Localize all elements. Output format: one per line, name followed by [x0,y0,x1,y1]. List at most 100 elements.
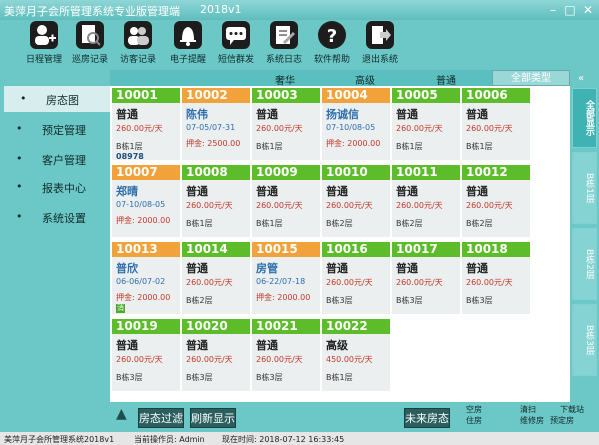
tab-standard[interactable]: 普通 [436,72,456,87]
exit-button[interactable]: 退出系统 [360,20,400,70]
room-card[interactable]: 10004 扬诚信 07-10/08-05 押金: 2000.00 [322,88,390,160]
room-price: 260.00元/天 [116,355,163,364]
room-price: 260.00元/天 [326,201,373,210]
filter-button[interactable]: 房态过滤 [138,408,184,428]
chat-icon [222,21,250,49]
room-type: 普通 [396,262,418,275]
room-card[interactable]: 10015 房管 06-22/07-18 押金: 2000.00 [252,242,320,314]
guest-name: 普欣 [116,262,138,275]
maximize-icon[interactable]: □ [562,2,578,18]
room-price: 260.00元/天 [256,355,303,364]
room-card[interactable]: 10006 普通 260.00元/天 B栋1层 [462,88,530,160]
room-card[interactable]: 10012 普通 260.00元/天 B栋2层 [462,165,530,237]
tab-floor-3[interactable]: B栋3层 [572,304,597,376]
edit-log-icon [270,21,298,49]
app-version: 2018v1 [200,3,242,16]
nav-item-settings[interactable]: • 系统设置 [0,204,110,230]
download-link[interactable]: 下载站 [560,404,584,415]
room-card[interactable]: 10022 高级 450.00元/天 B栋1层 [322,319,390,391]
room-card[interactable]: 10010 普通 260.00元/天 B栋2层 [322,165,390,237]
room-number: 10010 [322,165,390,180]
visitor-record-button[interactable]: 访客记录 [118,20,158,70]
room-card[interactable]: 10021 普通 260.00元/天 B栋3层 [252,319,320,391]
svg-text:?: ? [327,26,337,47]
room-card[interactable]: 10017 普通 260.00元/天 B栋3层 [392,242,460,314]
room-card[interactable]: 10008 普通 260.00元/天 B栋1层 [182,165,250,237]
room-card[interactable]: 10019 普通 260.00元/天 B栋3层 [112,319,180,391]
future-status-button[interactable]: 未来房态 [404,408,450,428]
legend-cleaning: 清扫 [520,405,536,414]
room-card[interactable]: 10003 普通 260.00元/天 B栋1层 [252,88,320,160]
room-floor: B栋2层 [186,296,213,305]
tab-all-types[interactable]: 全部类型 [492,70,570,86]
nav-label: 预定管理 [42,124,86,137]
tab-premium[interactable]: 高级 [355,72,375,87]
tab-luxury[interactable]: 奢华 [275,72,295,87]
room-price: 260.00元/天 [256,124,303,133]
tab-floor-2[interactable]: B栋2层 [572,228,597,300]
guest-name: 陈伟 [186,108,208,121]
legend-repair: 维修房 [520,416,544,425]
bottom-toolbar: ▲ 房态过滤 刷新显示 未来房态 空房 住房 清扫 下载站 维修房 预定房 [110,402,599,432]
document-search-icon [76,21,104,49]
room-number: 10004 [322,88,390,103]
room-card[interactable]: 10018 普通 260.00元/天 B栋3层 [462,242,530,314]
room-card[interactable]: 10007 郑晴 07-10/08-05 押金: 2000.00 [112,165,180,237]
schedule-button[interactable]: 日程管理 [24,20,64,70]
room-price: 260.00元/天 [466,278,513,287]
room-price: 260.00元/天 [186,201,233,210]
tab-floor-1[interactable]: B栋1层 [572,152,597,224]
room-number: 10021 [252,319,320,334]
room-number: 10008 [182,165,250,180]
close-icon[interactable]: ✕ [580,2,596,18]
stay-dates: 06-22/07-18 [256,277,306,286]
room-type: 普通 [186,262,208,275]
room-card[interactable]: 10001 普通 260.00元/天 B栋1层 08978 [112,88,180,161]
room-type: 普通 [186,185,208,198]
room-type: 普通 [186,339,208,352]
collapse-arrow-icon[interactable]: « [578,73,584,84]
room-floor: B栋1层 [466,142,493,151]
nav-item-room-status[interactable]: • 房态图 [4,86,110,112]
room-card[interactable]: 10009 普通 260.00元/天 B栋1层 [252,165,320,237]
room-floor: B栋1层 [256,142,283,151]
system-log-button[interactable]: 系统日志 [264,20,304,70]
minimize-icon[interactable]: – [545,2,561,18]
room-card[interactable]: 10020 普通 260.00元/天 B栋3层 [182,319,250,391]
room-type: 普通 [466,185,488,198]
room-price: 260.00元/天 [466,201,513,210]
room-type: 普通 [256,108,278,121]
help-button[interactable]: ? 软件帮助 [312,20,352,70]
room-number: 10014 [182,242,250,257]
room-number: 10003 [252,88,320,103]
deposit: 押金: 2000.00 [116,293,171,302]
sms-button[interactable]: 短信群发 [216,20,256,70]
room-floor: B栋1层 [116,142,143,151]
room-card[interactable]: 10002 陈伟 07-05/07-31 押金: 2500.00 [182,88,250,160]
patrol-record-button[interactable]: 巡房记录 [70,20,110,70]
room-number: 10012 [462,165,530,180]
room-card[interactable]: 10011 普通 260.00元/天 B栋2层 [392,165,460,237]
room-card[interactable]: 10005 普通 260.00元/天 B栋1层 [392,88,460,160]
visitors-icon [124,21,152,49]
room-card[interactable]: 10016 普通 260.00元/天 B栋3层 [322,242,390,314]
room-floor: B栋3层 [466,296,493,305]
guest-name: 郑晴 [116,185,138,198]
up-arrow-icon[interactable]: ▲ [116,406,127,422]
refresh-button[interactable]: 刷新显示 [190,408,236,428]
nav-item-reports[interactable]: • 报表中心 [0,174,110,200]
legend-reserved: 预定房 [550,416,574,425]
nav-item-reservation[interactable]: • 预定管理 [0,116,110,142]
room-card[interactable]: 10013 普欣 06-06/07-02 押金: 2000.00 消 [112,242,180,314]
reminder-button[interactable]: 电子提醒 [168,20,208,70]
room-card[interactable]: 10014 普通 260.00元/天 B栋2层 [182,242,250,314]
nav-item-customers[interactable]: • 客户管理 [0,146,110,172]
room-price: 260.00元/天 [466,124,513,133]
nav-label: 系统设置 [42,212,86,225]
tab-show-all[interactable]: 全部显示 [572,88,597,148]
room-type: 普通 [396,108,418,121]
room-price: 260.00元/天 [186,278,233,287]
room-price: 260.00元/天 [396,201,443,210]
status-operator: 当前操作员: Admin [134,435,205,444]
bullet-icon: • [16,180,23,193]
